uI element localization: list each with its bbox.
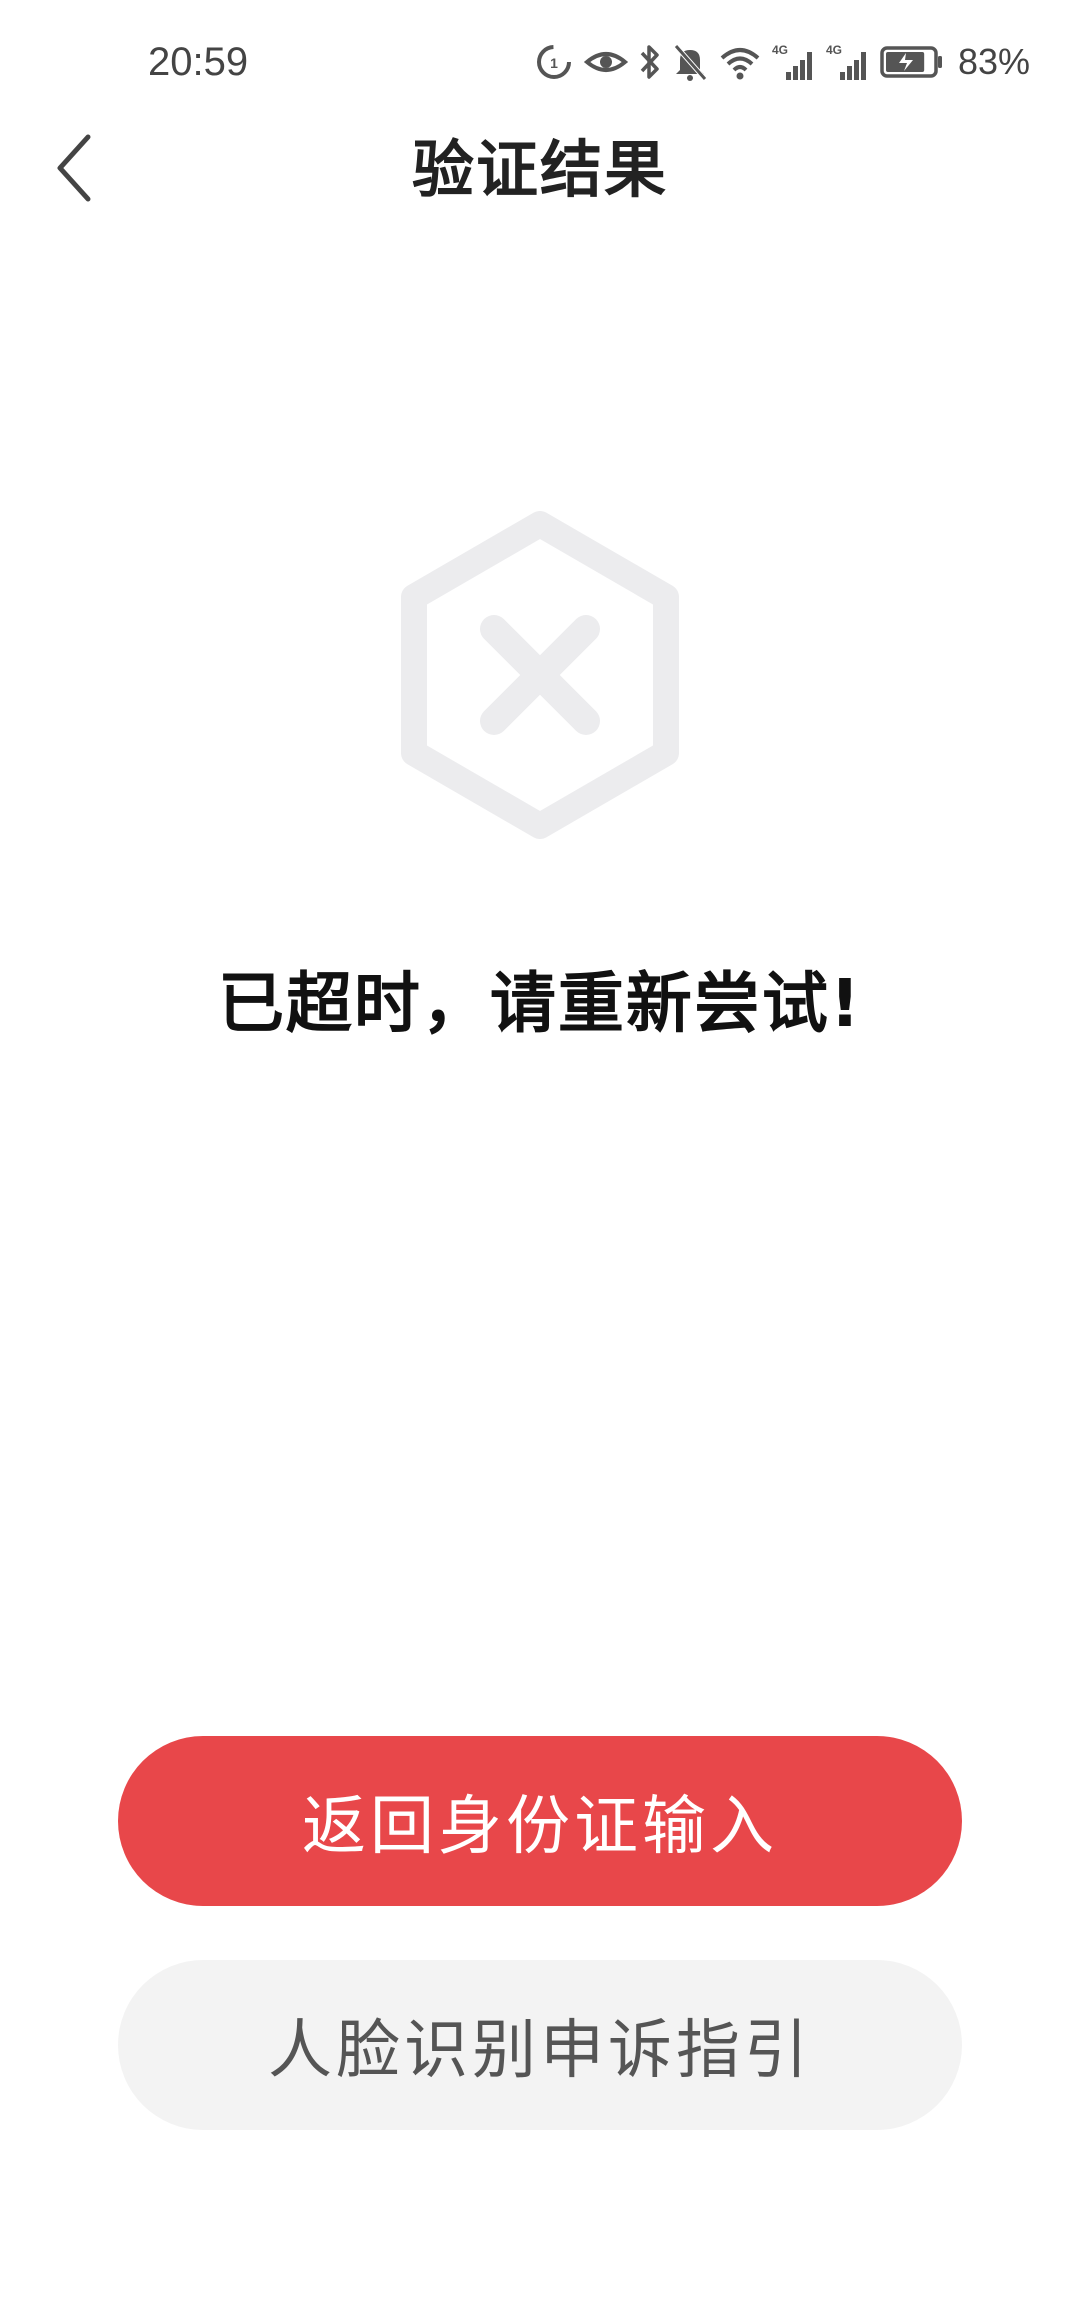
network-label: 4G bbox=[772, 43, 788, 57]
status-icons: 1 4G 4G 83% bbox=[534, 40, 1030, 84]
result-message: 已超时，请重新尝试! bbox=[217, 965, 863, 1042]
battery-percent: 83% bbox=[957, 41, 1030, 82]
status-bar: 20:59 1 4G 4G 83% bbox=[0, 0, 1080, 120]
data-saver-icon: 1 bbox=[534, 42, 574, 82]
bluetooth-icon bbox=[638, 42, 662, 82]
mute-bell-icon bbox=[672, 42, 708, 82]
page-title: 验证结果 bbox=[411, 133, 668, 206]
hexagon-x-icon bbox=[390, 510, 690, 840]
header: 验证结果 bbox=[0, 120, 1080, 220]
battery-charging-icon bbox=[880, 42, 944, 82]
svg-text:1: 1 bbox=[550, 55, 558, 71]
eye-icon bbox=[583, 42, 628, 82]
wifi-icon bbox=[718, 42, 762, 82]
signal-4g-icon: 4G bbox=[772, 42, 816, 82]
verification-result-screen: 20:59 1 4G 4G 83% 验证结果 已超时，请重新尝试! 返回身份证输… bbox=[0, 0, 1080, 2310]
network-label: 4G bbox=[826, 43, 842, 57]
back-to-id-input-button[interactable]: 返回身份证输入 bbox=[118, 1736, 962, 1906]
status-time: 20:59 bbox=[148, 40, 249, 84]
face-recognition-appeal-guide-button[interactable]: 人脸识别申诉指引 bbox=[118, 1960, 962, 2130]
signal-4g-icon: 4G bbox=[826, 42, 870, 82]
